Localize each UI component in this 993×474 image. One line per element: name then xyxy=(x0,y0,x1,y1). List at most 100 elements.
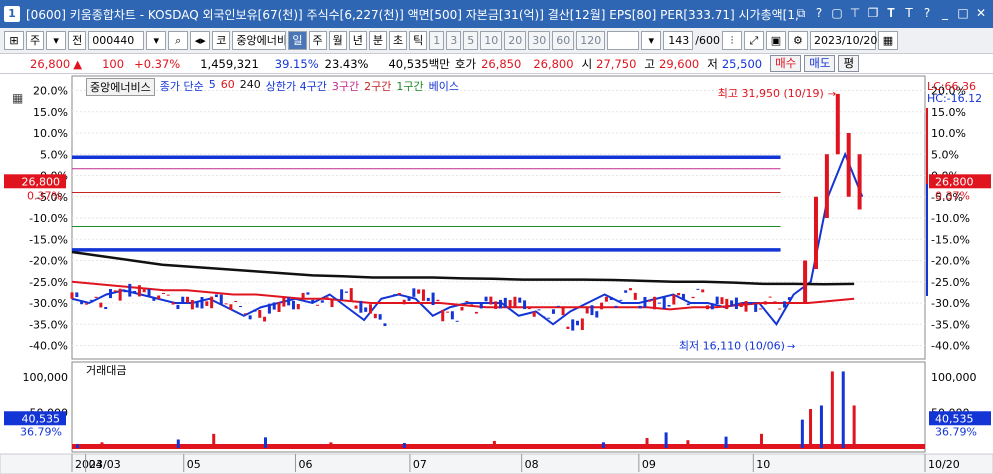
candle xyxy=(287,297,291,306)
text-icon[interactable]: 𝐓 xyxy=(883,5,899,22)
candle-tool-icon[interactable]: ⫶ xyxy=(721,31,742,50)
candle xyxy=(388,302,392,304)
candle xyxy=(706,305,710,310)
candle xyxy=(450,311,454,320)
candle-surge xyxy=(857,154,862,210)
prev-button[interactable]: 전 xyxy=(68,31,87,50)
candle xyxy=(344,291,348,293)
interval-60[interactable]: 60 xyxy=(552,31,575,50)
price-pct-left: 0.37% xyxy=(27,189,62,202)
period-year[interactable]: 년 xyxy=(348,31,367,50)
interval-3[interactable]: 3 xyxy=(446,31,462,50)
market-select[interactable]: 주 xyxy=(26,31,45,50)
draw-tool-icon[interactable]: ⤢ xyxy=(743,31,764,50)
gear-icon[interactable]: ⚙ xyxy=(787,31,808,50)
candle xyxy=(744,301,748,312)
market-dropdown-icon[interactable]: ▾ xyxy=(46,31,67,50)
y-tick-label-right: -30.0% xyxy=(931,297,970,310)
copy-icon[interactable]: ❐ xyxy=(865,5,881,22)
interval-120[interactable]: 120 xyxy=(576,31,606,50)
volume-bar xyxy=(686,440,690,448)
window-frame-icon[interactable]: ⊞ xyxy=(4,31,24,50)
low-arrow-icon: → xyxy=(787,342,795,353)
x-tick-label: 06 xyxy=(298,458,312,471)
save-icon[interactable]: ▣ xyxy=(765,31,786,50)
candle xyxy=(518,297,522,303)
volume-bar xyxy=(852,405,856,448)
settings-icon[interactable]: ? xyxy=(919,5,935,22)
period-day[interactable]: 일 xyxy=(288,31,307,50)
interval-30[interactable]: 30 xyxy=(528,31,551,50)
lock-icon[interactable]: ▢ xyxy=(829,5,845,22)
interval-dropdown-icon[interactable]: ▾ xyxy=(641,31,662,50)
chart-area[interactable]: 20.0%20.0%15.0%15.0%10.0%10.0%5.0%5.0%0.… xyxy=(0,74,993,474)
low-label: 저 xyxy=(707,56,718,71)
interval-10[interactable]: 10 xyxy=(480,31,503,50)
restore-icon[interactable]: ⧉ xyxy=(793,5,809,22)
candle xyxy=(383,323,387,327)
interval-20[interactable]: 20 xyxy=(504,31,527,50)
volume-pane-frame xyxy=(71,361,926,453)
candle xyxy=(393,294,397,296)
candle xyxy=(667,304,671,307)
candle xyxy=(648,299,652,302)
legend-base: 베이스 xyxy=(428,80,459,93)
legend-stock-name[interactable]: 중앙에너비스 xyxy=(86,78,155,96)
search-icon[interactable]: ⌕ xyxy=(168,31,189,50)
average-button[interactable]: 평 xyxy=(838,55,860,72)
period-tick[interactable]: 틱 xyxy=(409,31,428,50)
buy-button[interactable]: 매수 xyxy=(770,55,802,72)
period-second[interactable]: 초 xyxy=(389,31,408,50)
candle xyxy=(527,306,531,310)
legend-zone2: 2구간 xyxy=(364,80,392,93)
candle xyxy=(70,292,74,299)
price-chart-svg[interactable]: 20.0%20.0%15.0%15.0%10.0%10.0%5.0%5.0%0.… xyxy=(0,74,993,474)
candle xyxy=(239,306,243,308)
candle-surge xyxy=(803,260,808,303)
font-icon[interactable]: T xyxy=(901,5,917,22)
candle xyxy=(600,302,604,310)
close-icon[interactable]: ✕ xyxy=(973,5,989,22)
interval-5[interactable]: 5 xyxy=(463,31,479,50)
code-dropdown-icon[interactable]: ▾ xyxy=(146,31,167,50)
candle xyxy=(80,300,84,305)
high-annotation: 최고 31,950 (10/19) xyxy=(718,87,824,100)
window-number-badge[interactable]: 1 xyxy=(4,6,20,22)
volume-bar xyxy=(819,405,823,448)
help-icon[interactable]: ? xyxy=(811,5,827,22)
candle xyxy=(720,297,724,305)
calendar-icon[interactable]: ▦ xyxy=(877,31,898,50)
volume-bar xyxy=(75,444,79,448)
stock-name[interactable]: 중앙에너비 xyxy=(232,31,287,50)
candle xyxy=(628,288,632,291)
sell-button[interactable]: 매도 xyxy=(804,55,836,72)
candle xyxy=(109,289,113,299)
candle xyxy=(263,316,267,322)
x-tick-label: 04 xyxy=(89,458,103,471)
candle xyxy=(681,293,685,300)
volume-bar xyxy=(492,440,496,448)
period-month[interactable]: 월 xyxy=(328,31,347,50)
candle xyxy=(431,292,435,306)
candle xyxy=(739,302,743,308)
interval-custom-input[interactable] xyxy=(607,31,640,50)
count-input[interactable]: 143 xyxy=(663,31,694,50)
stock-code-input[interactable]: 000440 xyxy=(88,31,145,50)
candle xyxy=(494,301,498,309)
candle xyxy=(547,317,551,319)
legend-zone1: 1구간 xyxy=(396,80,424,93)
period-minute[interactable]: 분 xyxy=(368,31,387,50)
period-week[interactable]: 주 xyxy=(308,31,327,50)
minimize-icon[interactable]: _ xyxy=(937,5,953,22)
candle xyxy=(571,319,575,331)
pin-icon[interactable]: ⊤ xyxy=(847,5,863,22)
sound-icon[interactable]: ◂▸ xyxy=(190,31,211,50)
interval-1[interactable]: 1 xyxy=(429,31,445,50)
maximize-icon[interactable]: □ xyxy=(955,5,971,22)
volume-baseline xyxy=(72,444,925,449)
candle xyxy=(219,294,223,305)
volume-ratio: 39.15% xyxy=(274,56,319,71)
x-tick-label: 08 xyxy=(525,458,539,471)
date-input[interactable]: 2023/10/20 xyxy=(809,31,877,50)
candle xyxy=(460,306,464,311)
